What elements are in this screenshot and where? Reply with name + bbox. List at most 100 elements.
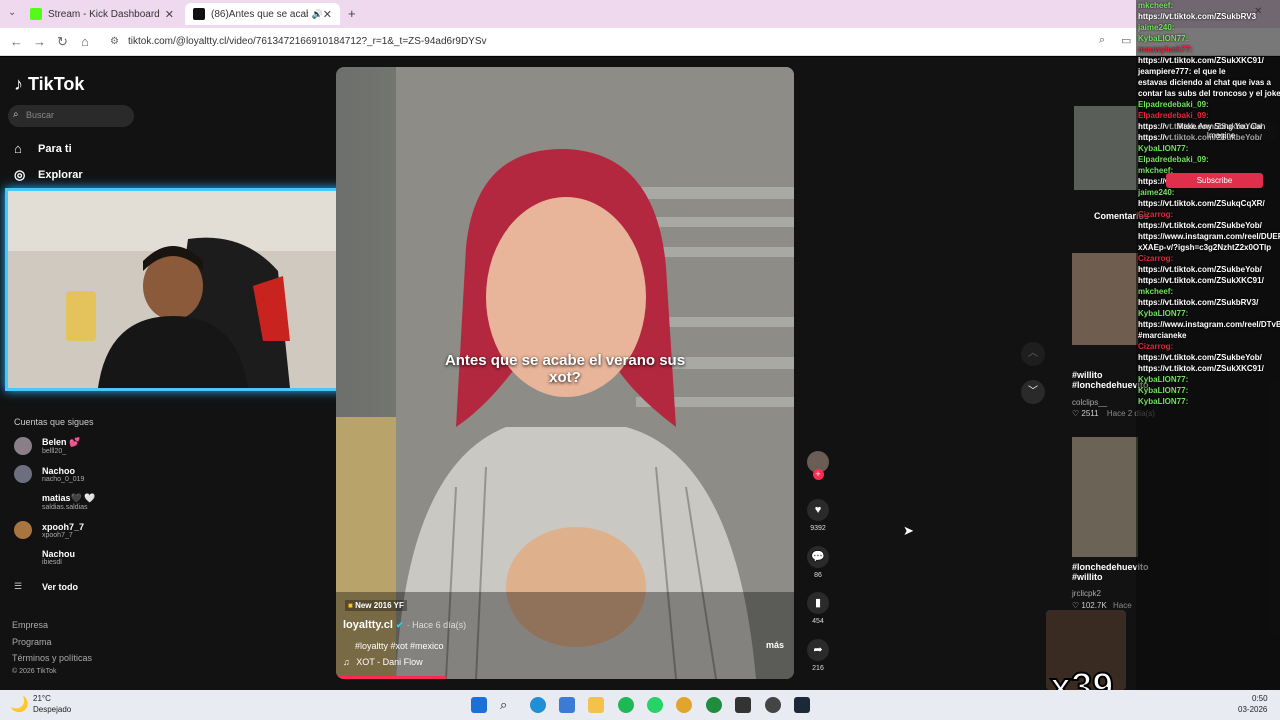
chat-message: https://vt.tiktok.com/ZSukXKC91/ bbox=[1138, 364, 1264, 373]
footer-link-program[interactable]: Programa bbox=[12, 637, 52, 647]
rec-tags[interactable]: #lonchedehuevito #willito bbox=[1072, 562, 1149, 582]
account-name: Nachoo bbox=[42, 465, 76, 476]
rec-likes: 102.7K bbox=[1081, 601, 1107, 610]
previous-video-button[interactable]: ︿ bbox=[1021, 342, 1045, 366]
next-video-button[interactable]: ﹀ bbox=[1021, 380, 1045, 404]
nav-label: Para ti bbox=[38, 142, 72, 155]
share-count: 216 bbox=[812, 665, 824, 672]
chat-message: https://www.instagram.com/reel/DUER bbox=[1138, 232, 1280, 241]
webcam-overlay bbox=[5, 188, 365, 391]
close-tab-icon[interactable]: ✕ bbox=[165, 8, 174, 21]
chat-messages: mkcheef: https://vt.tiktok.com/ZSukbRV3 ja… bbox=[1136, 0, 1280, 407]
home-icon: ⌂ bbox=[14, 141, 22, 156]
search-input[interactable]: ⌕ Buscar bbox=[8, 105, 134, 127]
like-button[interactable]: ♥ 9392 bbox=[806, 499, 830, 532]
new-tab-icon[interactable]: + bbox=[348, 6, 356, 21]
rec-tags[interactable]: #willito #lonchedehuevito bbox=[1072, 370, 1149, 390]
tab-list-icon[interactable]: ⌄ bbox=[8, 7, 16, 18]
nav-label: Explorar bbox=[38, 169, 83, 181]
account-item[interactable]: Nachoo nacho_0_019 bbox=[14, 465, 84, 483]
tab-tiktok-video[interactable]: (86)Antes que se acabe el v 🔊 ✕ bbox=[185, 3, 340, 25]
rec-likes: 2511 bbox=[1081, 409, 1099, 418]
save-button[interactable]: ▮ 454 bbox=[806, 592, 830, 625]
chat-message: mkcheef: bbox=[1138, 287, 1174, 296]
tiktok-logo[interactable]: ♪ TikTok bbox=[14, 74, 84, 95]
account-item[interactable]: matias🖤 🤍 saldias.saldias bbox=[42, 493, 95, 511]
chat-message: https://vt.tiktok.com/ZSukXKC91/ bbox=[1138, 276, 1264, 285]
obs-icon[interactable] bbox=[765, 697, 781, 713]
audio-icon[interactable]: 🔊 bbox=[312, 9, 323, 20]
back-icon[interactable]: ← bbox=[10, 34, 23, 49]
recommended-thumbnail[interactable] bbox=[1072, 437, 1138, 557]
chat-message: contar las subs del troncoso y el joker bbox=[1138, 89, 1280, 98]
account-item[interactable]: Belen 💕 belll20_ bbox=[14, 437, 80, 455]
stream-chat-overlay: mkcheef: https://vt.tiktok.com/ZSukbRV3 ja… bbox=[1136, 0, 1280, 720]
account-name: Belen 💕 bbox=[42, 437, 81, 447]
chat-message: Elpadredebaki_09: bbox=[1138, 155, 1209, 164]
more-link[interactable]: más bbox=[766, 640, 784, 650]
comment-icon: 💬 bbox=[807, 546, 829, 568]
weather-temp[interactable]: 21°C bbox=[33, 694, 51, 703]
chat-message: https://vt.tiktok.com/ZSukXKC91/ bbox=[1138, 56, 1264, 65]
weather-desc[interactable]: Despejado bbox=[33, 705, 71, 714]
chat-message: #marcianeke bbox=[1138, 331, 1187, 340]
sound-name: XOT - Dani Flow bbox=[356, 657, 423, 667]
recommended-thumbnail[interactable] bbox=[1074, 106, 1138, 190]
app-icon[interactable] bbox=[735, 697, 751, 713]
avatar bbox=[14, 521, 32, 539]
edge-icon[interactable] bbox=[530, 697, 546, 713]
comment-button[interactable]: 💬 86 bbox=[806, 546, 830, 579]
footer-link-company[interactable]: Empresa bbox=[12, 620, 48, 630]
chrome-icon[interactable] bbox=[676, 697, 692, 713]
rec-user[interactable]: colclips__ bbox=[1072, 398, 1107, 407]
reload-icon[interactable]: ↻ bbox=[57, 34, 68, 50]
cast-icon[interactable]: ▭ bbox=[1121, 34, 1131, 47]
account-item[interactable]: xpooh7_7 xpooh7_7 bbox=[14, 521, 84, 539]
nav-explore[interactable]: ◎ Explorar bbox=[14, 167, 83, 183]
forward-icon[interactable]: → bbox=[33, 34, 46, 49]
mouse-cursor-icon: ➤ bbox=[903, 523, 914, 538]
steam-icon[interactable] bbox=[794, 697, 810, 713]
video-hashtags[interactable]: #loyaltty #xot #mexico bbox=[355, 641, 444, 651]
close-tab-icon[interactable]: ✕ bbox=[323, 8, 332, 21]
chat-message: https://vt.tiktok.com/ZSukbeYob/ bbox=[1138, 353, 1262, 362]
nav-for-you[interactable]: ⌂ Para ti bbox=[14, 141, 72, 156]
clock-date[interactable]: 03-2026 bbox=[1238, 705, 1267, 714]
share-button[interactable]: ➦ 216 bbox=[806, 639, 830, 672]
video-sound[interactable]: ♫ XOT - Dani Flow bbox=[343, 657, 423, 667]
subscribe-button[interactable]: Subscribe bbox=[1166, 173, 1263, 188]
chat-message: Elpadredebaki_09: bbox=[1138, 100, 1209, 109]
chat-message: mauwyluck77: bbox=[1138, 45, 1193, 54]
site-info-icon[interactable]: ⚙ bbox=[110, 36, 119, 47]
account-handle: belll20_ bbox=[42, 448, 67, 455]
store-icon[interactable] bbox=[559, 697, 575, 713]
author-avatar-button[interactable]: + bbox=[806, 451, 830, 480]
spotify-icon[interactable] bbox=[618, 697, 634, 713]
account-handle: ibiesdl bbox=[42, 559, 62, 566]
chat-message: https://vt.tiktok.com/ZSukqCqXR/ bbox=[1138, 199, 1265, 208]
video-tag[interactable]: ■ New 2016 YF bbox=[345, 600, 407, 611]
home-icon[interactable]: ⌂ bbox=[81, 34, 89, 49]
rec-stats: ♡ 102.7K Hace bbox=[1072, 601, 1132, 610]
url-text[interactable]: tiktok.com/@loyaltty.cl/video/7613472166… bbox=[128, 36, 487, 47]
chat-message: KybaLION77: bbox=[1138, 386, 1189, 395]
tab-kick-dashboard[interactable]: Stream - Kick Dashboard ✕ bbox=[22, 3, 182, 25]
tab-title: (86)Antes que se acabe el v bbox=[211, 8, 308, 20]
recommended-thumbnail[interactable] bbox=[1072, 253, 1138, 345]
zoom-icon[interactable]: ⌕ bbox=[1099, 34, 1105, 47]
close-icon[interactable]: ✕ bbox=[1254, 6, 1262, 17]
account-item[interactable]: Nachou ibiesdl bbox=[42, 549, 75, 566]
start-icon[interactable] bbox=[471, 697, 487, 713]
video-author[interactable]: loyaltty.cl ✔ · Hace 6 día(s) bbox=[343, 619, 466, 631]
search-icon[interactable]: ⌕ bbox=[500, 697, 516, 713]
rec-user[interactable]: jrclicpk2 bbox=[1072, 589, 1101, 598]
follow-plus-icon[interactable]: + bbox=[812, 469, 824, 480]
footer-link-terms[interactable]: Términos y políticas bbox=[12, 653, 92, 663]
progress-bar[interactable] bbox=[336, 676, 446, 679]
whatsapp-icon[interactable] bbox=[647, 697, 663, 713]
clock-time[interactable]: 0:50 bbox=[1252, 694, 1268, 703]
chat-message: jaime240: bbox=[1138, 23, 1175, 32]
xbox-icon[interactable] bbox=[706, 697, 722, 713]
folder-icon[interactable] bbox=[588, 697, 604, 713]
see-all-link[interactable]: ☰ Ver todo bbox=[14, 581, 78, 592]
